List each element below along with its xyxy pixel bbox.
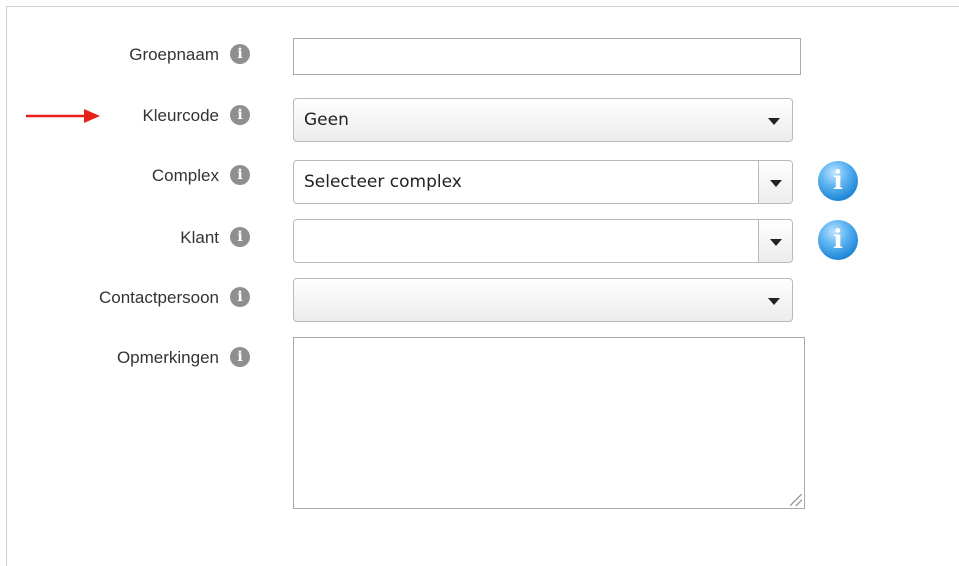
groepnaam-input[interactable] [293,38,801,75]
complex-dropdown-button[interactable] [758,161,792,203]
opmerkingen-label: Opmerkingen [116,348,219,367]
groepnaam-help-icon[interactable]: i [230,44,250,64]
contactpersoon-select[interactable] [293,278,793,322]
chevron-down-icon [770,180,782,187]
klant-info-icon[interactable]: i [818,220,858,260]
contactpersoon-help-icon[interactable]: i [230,287,250,307]
klant-label: Klant [180,228,219,247]
klant-dropdown-button[interactable] [758,220,792,262]
opmerkingen-help-icon[interactable]: i [230,347,250,367]
chevron-down-icon [768,118,780,125]
kleurcode-selected-value: Geen [304,110,349,130]
complex-help-icon[interactable]: i [230,165,250,185]
groepnaam-label: Groepnaam [129,45,219,64]
kleurcode-help-icon[interactable]: i [230,105,250,125]
chevron-down-icon [770,239,782,246]
kleurcode-select[interactable]: Geen [293,98,793,142]
red-arrow-icon [26,109,100,123]
complex-label: Complex [151,166,219,185]
contactpersoon-label: Contactpersoon [98,288,219,307]
kleurcode-label: Kleurcode [142,106,219,125]
chevron-down-icon [768,298,780,305]
complex-info-icon[interactable]: i [818,161,858,201]
resize-grip-icon[interactable] [790,494,802,506]
complex-selected-value: Selecteer complex [304,172,462,192]
complex-combobox[interactable]: Selecteer complex [293,160,793,204]
opmerkingen-textarea[interactable] [293,337,805,509]
klant-help-icon[interactable]: i [230,227,250,247]
klant-combobox[interactable] [293,219,793,263]
